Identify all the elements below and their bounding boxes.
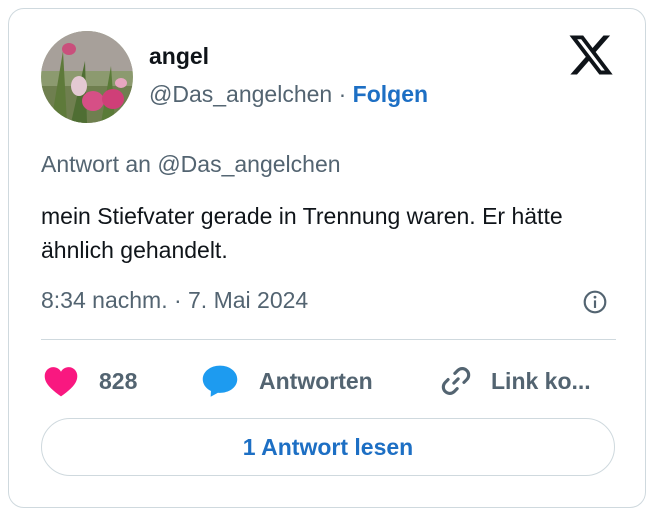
read-replies-button[interactable]: 1 Antwort lesen — [41, 418, 615, 476]
info-icon[interactable] — [582, 289, 608, 315]
user-handle-row: @Das_angelchen · Folgen — [149, 81, 428, 108]
link-icon — [441, 367, 471, 395]
reply-context[interactable]: Antwort an @Das_angelchen — [41, 151, 341, 178]
speech-bubble-icon — [202, 365, 238, 397]
follow-button[interactable]: Folgen — [353, 81, 428, 107]
post-timestamp[interactable]: 8:34 nachm. · 7. Mai 2024 — [41, 287, 308, 314]
like-button[interactable]: 828 — [43, 361, 137, 401]
copy-link-label: Link ko... — [491, 367, 591, 394]
heart-icon — [44, 367, 78, 397]
embedded-post-card: angel @Das_angelchen · Folgen Antwort an… — [8, 8, 646, 508]
separator-dot: · — [338, 81, 347, 107]
display-name[interactable]: angel — [149, 43, 209, 70]
like-count: 828 — [99, 367, 138, 394]
reply-button[interactable]: Antworten — [201, 361, 373, 401]
divider — [41, 339, 616, 340]
post-text: mein Stiefvater gerade in Trennung waren… — [41, 203, 563, 263]
x-logo-icon[interactable] — [567, 31, 615, 79]
reply-label: Antworten — [259, 367, 373, 394]
user-handle[interactable]: @Das_angelchen — [149, 81, 332, 107]
avatar[interactable] — [41, 31, 133, 123]
copy-link-button[interactable]: Link ko... — [439, 361, 591, 401]
avatar-image — [41, 31, 133, 123]
